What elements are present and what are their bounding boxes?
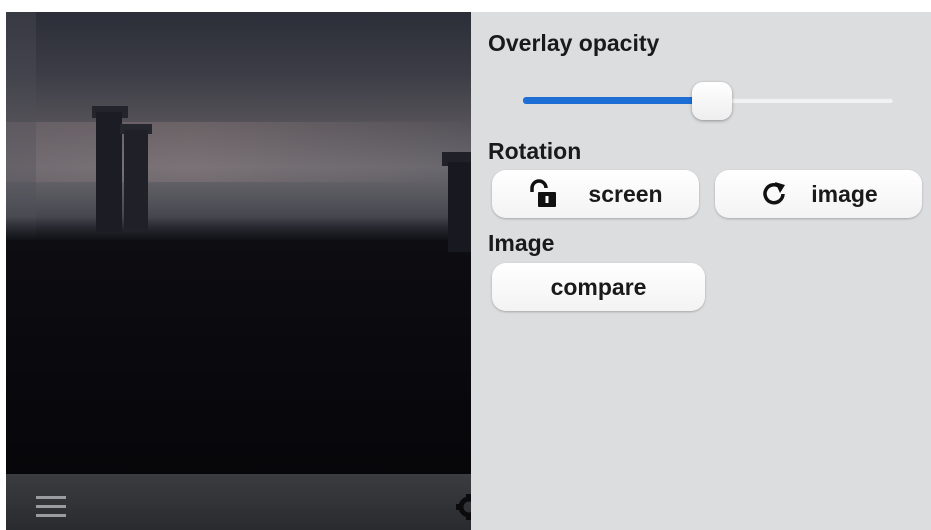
slider-thumb[interactable] [691, 82, 732, 120]
sky-glow [6, 122, 471, 182]
screen-rotation-button[interactable]: screen [492, 170, 699, 218]
compare-button-label: compare [550, 273, 647, 300]
screen-button-label: screen [588, 180, 663, 207]
compare-button[interactable]: compare [492, 263, 705, 311]
menu-icon[interactable] [36, 496, 66, 518]
app-screen: Overlay opacity Rotation screen image Im… [6, 12, 931, 530]
camera-viewfinder [6, 12, 471, 530]
unlock-icon [528, 179, 558, 209]
rotation-label: Rotation [488, 138, 582, 164]
tower-silhouette [448, 162, 471, 252]
slider-fill [523, 97, 712, 104]
image-section-label: Image [488, 230, 555, 256]
image-button-label: image [811, 180, 878, 207]
overlay-ghost-image [6, 12, 36, 242]
bottom-toolbar [6, 474, 471, 530]
overlay-opacity-label: Overlay opacity [488, 30, 660, 56]
tower-silhouette [124, 130, 148, 230]
tower-silhouette [96, 112, 122, 232]
overlay-opacity-slider[interactable] [523, 82, 893, 120]
settings-panel: Overlay opacity Rotation screen image Im… [471, 12, 931, 530]
rotate-icon [759, 179, 789, 209]
image-rotation-button[interactable]: image [715, 170, 922, 218]
gear-icon[interactable] [451, 494, 471, 520]
